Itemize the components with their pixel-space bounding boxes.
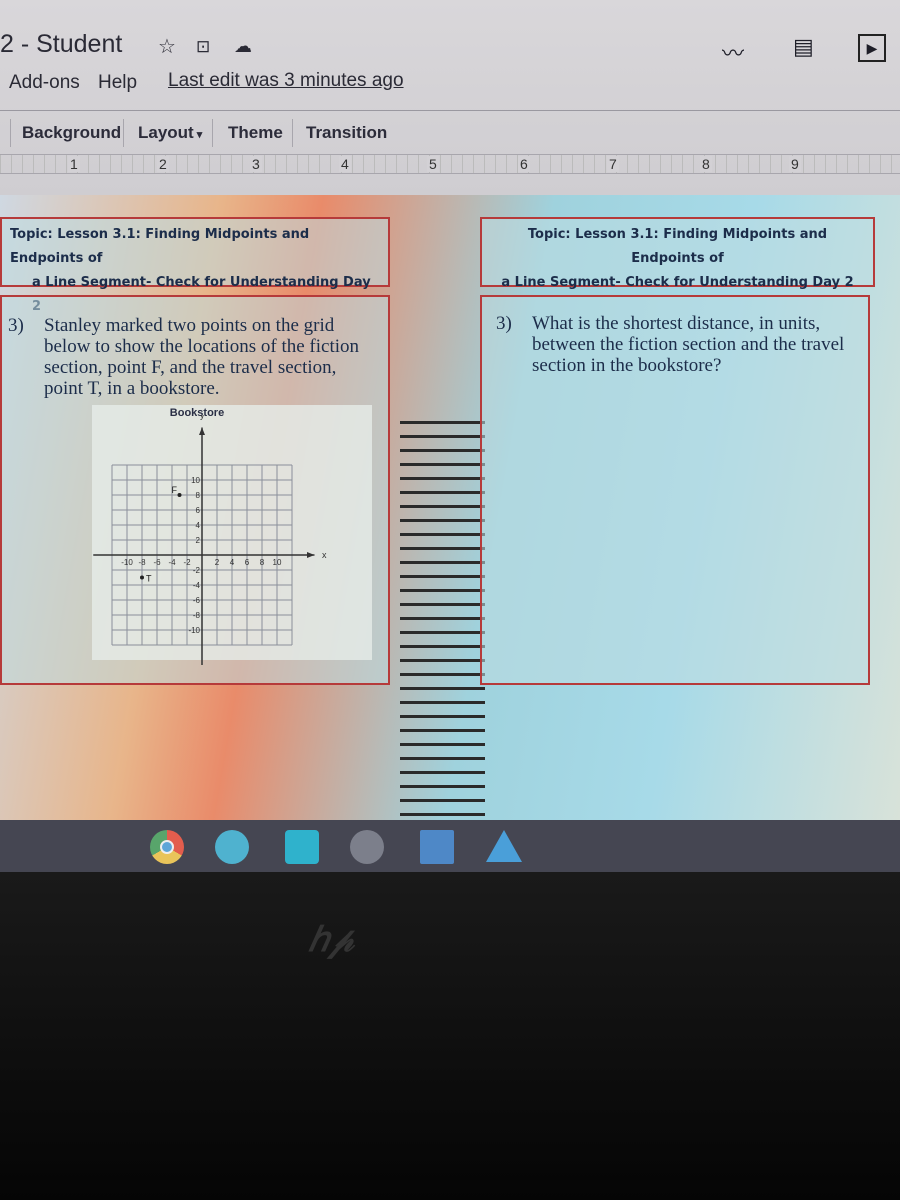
y-tick-label: -8	[193, 611, 201, 620]
taskbar	[0, 820, 900, 872]
point-label: T	[146, 574, 152, 584]
ruler-number: 6	[518, 156, 530, 172]
question-number: 3)	[496, 313, 512, 334]
y-tick-label: 10	[191, 476, 200, 485]
y-tick-label: 4	[196, 521, 201, 530]
toolbar: Background Layout ▾ Theme Transition	[0, 110, 900, 154]
right-question-box: 3) What is the shortest distance, in uni…	[480, 295, 870, 685]
question-text: What is the shortest distance, in units,…	[532, 313, 845, 376]
star-icon[interactable]: ☆	[158, 34, 176, 59]
right-topic-box: Topic: Lesson 3.1: Finding Midpoints and…	[480, 217, 875, 290]
caret-down-icon: ▾	[193, 129, 203, 141]
y-tick-label: 2	[196, 536, 201, 545]
x-axis-arrow	[307, 552, 315, 558]
y-tick-label: -4	[193, 581, 201, 590]
x-tick-label: 10	[273, 558, 282, 567]
laptop-bezel	[0, 872, 900, 1200]
ruler-number: 1	[68, 156, 80, 172]
menu-help[interactable]: Help	[98, 72, 137, 94]
topic-line: a Line Segment- Check for Understanding …	[501, 275, 854, 290]
point-label: F	[172, 485, 178, 495]
x-tick-label: 8	[260, 558, 265, 567]
background-button[interactable]: Background	[22, 123, 121, 143]
question-number: 3)	[8, 315, 24, 336]
topic-line: Topic: Lesson 3.1: Finding Midpoints and…	[527, 227, 828, 266]
topic-title: Topic: Lesson 3.1: Finding Midpoints and…	[482, 219, 873, 299]
question-text: Stanley marked two points on the grid be…	[44, 315, 360, 399]
game-app-icon[interactable]	[420, 830, 454, 864]
topic-line: Topic: Lesson 3.1: Finding Midpoints and…	[10, 227, 310, 266]
x-tick-label: 4	[230, 558, 235, 567]
x-tick-label: 2	[215, 558, 220, 567]
x-tick-label: 6	[245, 558, 250, 567]
app-chrome: 2 - Student ☆ ⊡ ☁ Add-ons Help Last edit…	[0, 0, 900, 195]
point-T	[140, 575, 144, 580]
y-tick-label: 8	[196, 491, 201, 500]
ruler[interactable]: 1 2 3 4 5 6 7 8 9	[0, 154, 900, 174]
layout-label: Layout	[138, 123, 194, 142]
google-drive-icon[interactable]	[486, 830, 522, 862]
last-edit-link[interactable]: Last edit was 3 minutes ago	[168, 70, 404, 92]
x-tick-label: -8	[138, 558, 146, 567]
theme-button[interactable]: Theme	[228, 123, 283, 143]
ruler-number: 5	[427, 156, 439, 172]
camera-icon[interactable]	[350, 830, 384, 864]
dots-app-icon[interactable]	[285, 830, 319, 864]
x-axis-label: x	[322, 550, 327, 560]
left-question-box: 3) Stanley marked two points on the grid…	[0, 295, 390, 685]
x-tick-label: -6	[153, 558, 161, 567]
video-call-icon[interactable]	[215, 830, 249, 864]
menu-add-ons[interactable]: Add-ons	[9, 72, 80, 94]
activity-trend-icon[interactable]: 〰	[722, 36, 744, 68]
ruler-number: 9	[789, 156, 801, 172]
y-axis-label: y	[200, 415, 205, 420]
chrome-icon[interactable]	[150, 830, 184, 864]
ruler-number: 2	[157, 156, 169, 172]
y-tick-label: -6	[193, 596, 201, 605]
present-icon[interactable]: ▶	[858, 34, 886, 62]
y-axis-arrow	[199, 427, 205, 435]
x-tick-label: -2	[183, 558, 191, 567]
ruler-number: 4	[339, 156, 351, 172]
point-F	[177, 493, 182, 497]
ruler-number: 8	[700, 156, 712, 172]
document-title[interactable]: 2 - Student	[0, 30, 122, 59]
left-topic-box: Topic: Lesson 3.1: Finding Midpoints and…	[0, 217, 390, 314]
coordinate-grid: x y -10 -8 -6 -4 -2 2 4 6 8 10 10 8 6 4 2 -2 -4 -6 -8 -10 F T	[93, 415, 327, 665]
transition-button[interactable]: Transition	[306, 123, 387, 143]
layout-dropdown[interactable]: Layout ▾	[138, 123, 202, 143]
x-tick-label: -10	[121, 558, 133, 567]
cloud-saved-icon[interactable]: ☁	[234, 36, 252, 57]
slide-canvas[interactable]: Topic: Lesson 3.1: Finding Midpoints and…	[0, 195, 900, 885]
comments-icon[interactable]: ▤	[793, 34, 814, 60]
move-to-folder-icon[interactable]: ⊡	[196, 37, 210, 57]
ruler-number: 3	[250, 156, 262, 172]
hp-logo: ℎ𝓅	[308, 921, 354, 959]
y-tick-label: -2	[193, 566, 201, 575]
y-tick-label: -10	[188, 626, 200, 635]
notebook-spiral	[400, 415, 485, 885]
graph-panel: Bookstore xy-10-8-6-4-2246810108642-2-4-…	[92, 405, 372, 665]
ruler-number: 7	[607, 156, 619, 172]
x-tick-label: -4	[168, 558, 176, 567]
y-tick-label: 6	[196, 506, 201, 515]
